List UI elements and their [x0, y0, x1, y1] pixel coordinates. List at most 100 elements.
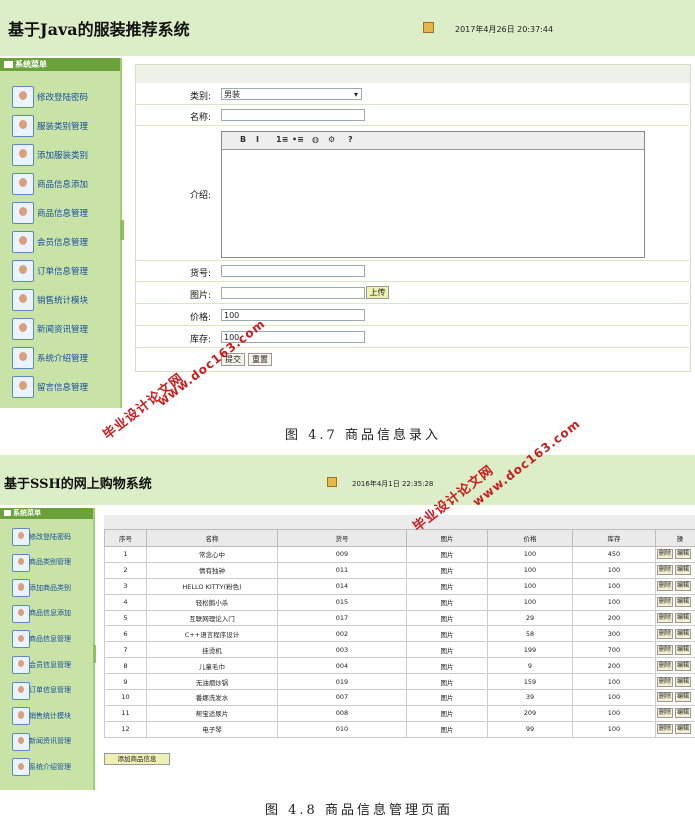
delete-button[interactable]: 删除 [657, 549, 674, 560]
editor-tool-button[interactable]: ◍ [312, 135, 319, 144]
edit-button[interactable]: 编辑 [675, 724, 692, 735]
menu-icon [4, 510, 11, 516]
editor-tool-button[interactable]: ⚙ [328, 135, 335, 144]
sidebar-toggle[interactable] [93, 645, 96, 663]
table-cell[interactable]: 图片 [406, 673, 488, 691]
editor-tool-button[interactable]: B [240, 135, 246, 144]
rich-text-editor[interactable]: B I 1≡ •≡ ◍ ⚙? [221, 131, 645, 258]
sidebar-item[interactable]: 新闻资讯管理 [0, 318, 120, 340]
delete-button[interactable]: 删除 [657, 644, 674, 655]
user-icon [12, 347, 34, 369]
editor-tool-button[interactable]: 1≡ [276, 135, 288, 144]
edit-button[interactable]: 编辑 [675, 581, 692, 592]
table-cell: 9 [104, 673, 147, 691]
edit-button[interactable]: 编辑 [675, 628, 692, 639]
upload-button[interactable]: 上传 [366, 286, 389, 299]
user-icon [12, 528, 30, 546]
sidebar-item[interactable]: 留言信息管理 [0, 376, 120, 398]
sidebar-item[interactable]: 销售统计模块 [0, 289, 120, 311]
table-row: 7 挂烫机 003 图片 199 700 删除 编辑 [104, 641, 695, 659]
clock-icon [327, 477, 337, 487]
delete-button[interactable]: 删除 [657, 692, 674, 703]
editor-tool-button[interactable]: ? [348, 135, 353, 144]
delete-button[interactable]: 删除 [657, 724, 674, 735]
table-cell: 电子琴 [146, 720, 278, 738]
edit-button[interactable]: 编辑 [675, 565, 692, 576]
delete-button[interactable]: 删除 [657, 581, 674, 592]
table-cell[interactable]: 图片 [406, 561, 488, 579]
table-cell[interactable]: 图片 [406, 577, 488, 595]
reset-button[interactable]: 重置 [248, 353, 272, 366]
table-cell[interactable]: 图片 [406, 546, 488, 563]
table-cell: 互联网理论入门 [146, 609, 278, 627]
sidebar-item[interactable]: 商品类别管理 [0, 553, 93, 572]
sidebar-item[interactable]: 订单信息管理 [0, 681, 93, 700]
table-cell: 100 [572, 689, 656, 706]
sidebar-item-label: 订单信息管理 [29, 686, 71, 695]
sidebar-item[interactable]: 会员信息管理 [0, 231, 120, 253]
edit-button[interactable]: 编辑 [675, 597, 692, 608]
sidebar-item[interactable]: 新闻资讯管理 [0, 732, 93, 751]
table-cell[interactable]: 图片 [406, 641, 488, 659]
form-header-strip [136, 65, 690, 83]
table-cell[interactable]: 图片 [406, 720, 488, 738]
name-input[interactable] [221, 109, 365, 121]
sidebar-item[interactable]: 修改登陆密码 [0, 86, 120, 108]
table-row: 12 电子琴 010 图片 99 100 删除 编辑 [104, 720, 695, 738]
caption-figure-4-7: 图 4.7 商品信息录入 [285, 428, 441, 443]
table-cell[interactable]: 图片 [406, 593, 488, 611]
sidebar-item[interactable]: 商品信息管理 [0, 630, 93, 649]
sidebar-item[interactable]: 会员信息管理 [0, 656, 93, 674]
table-cell[interactable]: 图片 [406, 609, 488, 627]
price-input[interactable]: 100 [221, 309, 365, 321]
price-label: 价格: [189, 313, 211, 323]
edit-button[interactable]: 编辑 [675, 692, 692, 703]
category-select[interactable]: 男装 ▾ [221, 88, 362, 100]
delete-button[interactable]: 删除 [657, 565, 674, 576]
sidebar-item[interactable]: 系统介绍管理 [0, 758, 93, 777]
delete-button[interactable]: 删除 [657, 628, 674, 639]
sidebar-item[interactable]: 服装类别管理 [0, 115, 120, 137]
sidebar-item[interactable]: 销售统计模块 [0, 707, 93, 726]
code-input[interactable] [221, 265, 365, 277]
table-cell: 4 [104, 593, 147, 611]
edit-button[interactable]: 编辑 [675, 676, 692, 687]
table-cell: 1 [104, 546, 147, 563]
sidebar-item-label: 留言信息管理 [37, 382, 89, 393]
editor-tool-button[interactable]: I [256, 135, 259, 144]
table-cell[interactable]: 图片 [406, 689, 488, 706]
sidebar-toggle[interactable] [120, 220, 124, 240]
sidebar-item[interactable]: 修改登陆密码 [0, 528, 93, 546]
sidebar-item-label: 商品信息添加 [37, 179, 89, 190]
sidebar-item[interactable]: 商品信息管理 [0, 202, 120, 224]
table-cell[interactable]: 图片 [406, 625, 488, 643]
edit-button[interactable]: 编辑 [675, 613, 692, 623]
delete-button[interactable]: 删除 [657, 708, 674, 719]
sidebar-item-label: 会员信息管理 [29, 660, 71, 669]
image-input[interactable] [221, 287, 365, 299]
sidebar-item-label: 订单信息管理 [37, 266, 89, 277]
table-cell[interactable]: 图片 [406, 704, 488, 722]
add-product-button[interactable]: 添加商品信息 [104, 753, 170, 765]
edit-button[interactable]: 编辑 [675, 660, 692, 671]
sidebar-item[interactable]: 添加商品类别 [0, 579, 93, 598]
delete-button[interactable]: 删除 [657, 660, 674, 671]
clock-icon [423, 22, 434, 33]
sidebar-item[interactable]: 添加服装类别 [0, 144, 120, 166]
editor-tool-button[interactable]: •≡ [292, 135, 304, 144]
user-icon [12, 604, 30, 623]
sidebar-item[interactable]: 商品信息添加 [0, 173, 120, 195]
delete-button[interactable]: 删除 [657, 613, 674, 623]
sidebar-item[interactable]: 订单信息管理 [0, 260, 120, 282]
edit-button[interactable]: 编辑 [675, 708, 692, 719]
table-cell[interactable]: 图片 [406, 657, 488, 675]
table-cell: 200 [572, 657, 656, 675]
table-cell: 儿童毛巾 [146, 657, 278, 675]
row-name: 名称: [135, 105, 689, 126]
delete-button[interactable]: 删除 [657, 676, 674, 687]
delete-button[interactable]: 删除 [657, 597, 674, 608]
edit-button[interactable]: 编辑 [675, 644, 692, 655]
sidebar-item[interactable]: 系统介绍管理 [0, 347, 120, 369]
edit-button[interactable]: 编辑 [675, 549, 692, 560]
sidebar-item[interactable]: 商品信息添加 [0, 604, 93, 623]
